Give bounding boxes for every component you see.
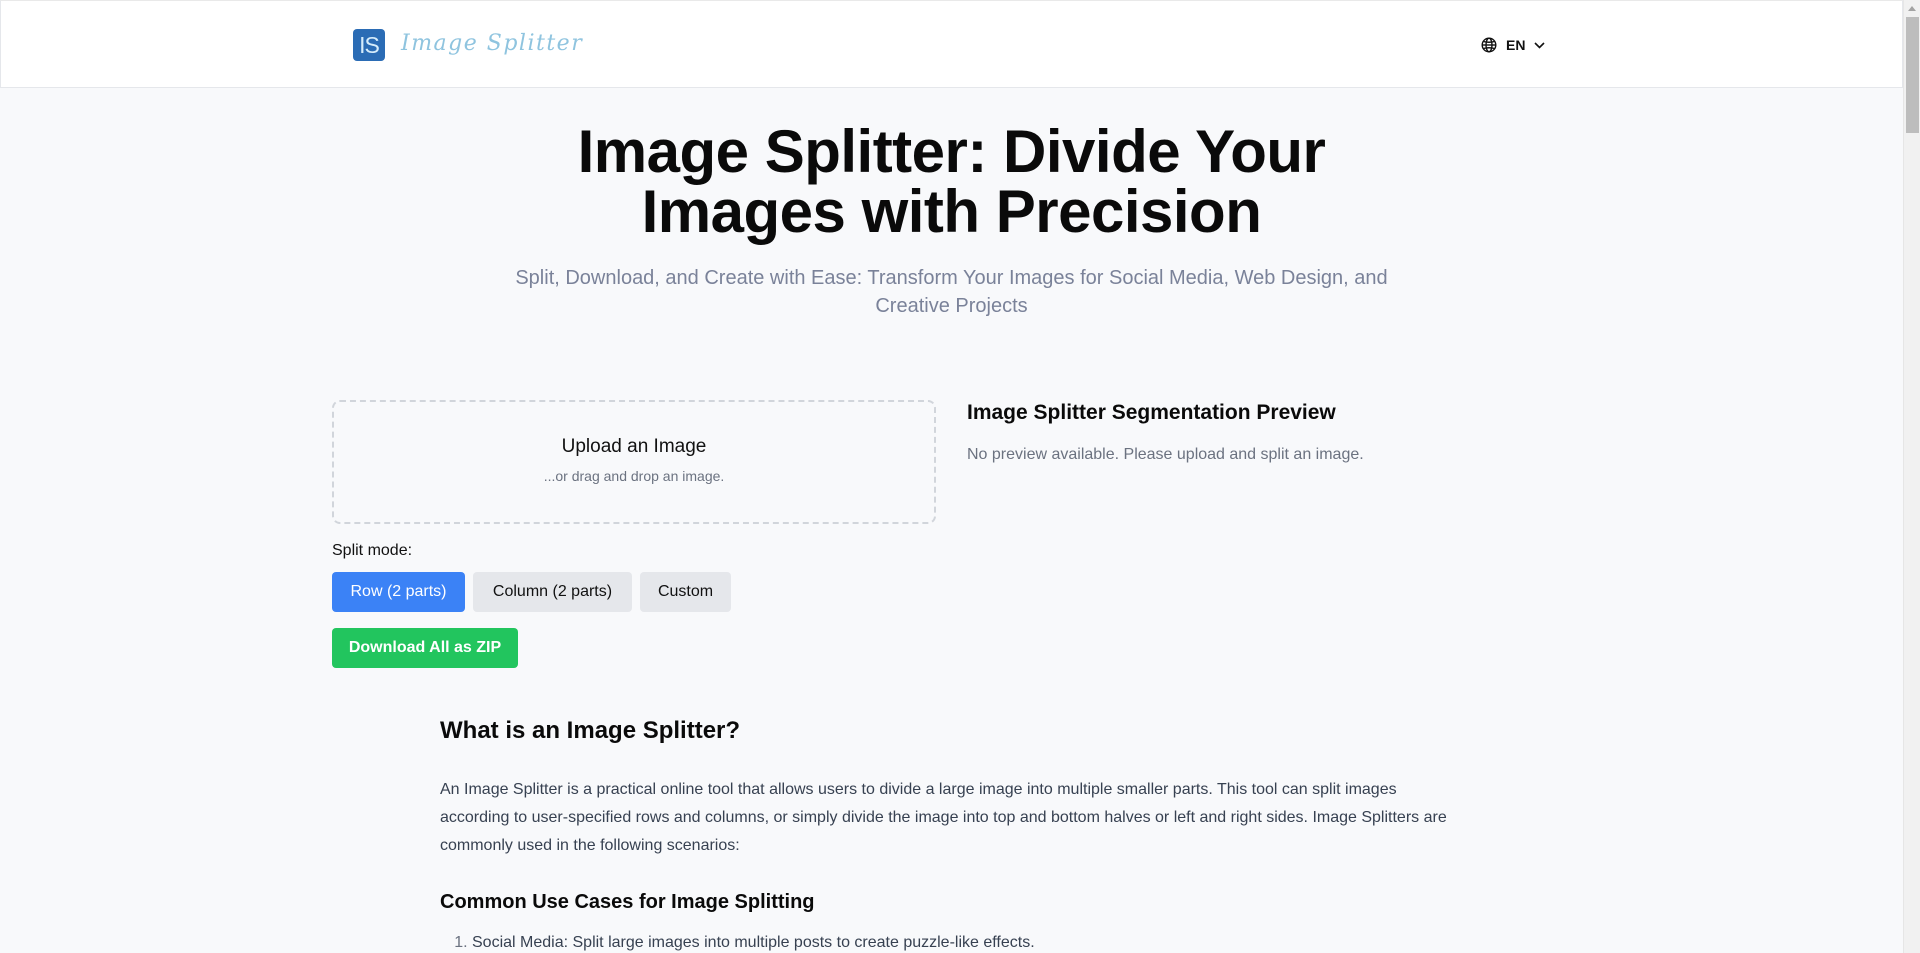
use-cases-heading: Common Use Cases for Image Splitting — [440, 891, 815, 913]
site-header: IS Image Splitter EN — [0, 0, 1903, 88]
preview-empty-text: No preview available. Please upload and … — [967, 446, 1364, 463]
use-cases-list: Social Media: Split large images into mu… — [440, 929, 1470, 953]
split-mode-custom-button[interactable]: Custom — [640, 572, 731, 612]
article-heading: What is an Image Splitter? — [440, 717, 741, 744]
split-mode-row-button[interactable]: Row (2 parts) — [332, 572, 465, 612]
upload-dropzone[interactable]: Upload an Image ...or drag and drop an i… — [332, 400, 936, 524]
page-title: Image Splitter: Divide Your Images with … — [0, 122, 1903, 242]
download-zip-button[interactable]: Download All as ZIP — [332, 628, 518, 668]
logo-mark: IS — [353, 29, 385, 61]
scrollbar-thumb[interactable] — [1906, 17, 1919, 133]
logo[interactable]: IS Image Splitter — [353, 29, 583, 61]
page-title-line-1: Image Splitter: Divide Your — [577, 118, 1326, 185]
scroll-up-arrow-icon[interactable] — [1908, 6, 1916, 11]
list-item: Social Media: Split large images into mu… — [472, 929, 1470, 953]
page-subtitle: Split, Download, and Create with Ease: T… — [515, 267, 1388, 317]
preview-title: Image Splitter Segmentation Preview — [967, 401, 1336, 424]
split-mode-column-button[interactable]: Column (2 parts) — [473, 572, 632, 612]
vertical-scrollbar[interactable] — [1903, 0, 1920, 953]
article-paragraph: An Image Splitter is a practical online … — [440, 781, 1447, 854]
split-mode-label: Split mode: — [332, 542, 413, 559]
page-title-line-2: Images with Precision — [641, 178, 1262, 245]
language-selector[interactable]: EN — [1481, 34, 1546, 56]
logo-text: Image Splitter — [401, 30, 584, 56]
globe-icon — [1481, 37, 1497, 53]
language-label: EN — [1506, 37, 1526, 53]
upload-title: Upload an Image — [561, 436, 707, 457]
article-section: What is an Image Splitter? An Image Spli… — [440, 714, 1470, 953]
chevron-down-icon — [1534, 41, 1546, 49]
upload-hint: ...or drag and drop an image. — [543, 468, 725, 484]
page: IS Image Splitter EN Image Splitter: Div… — [0, 0, 1903, 953]
